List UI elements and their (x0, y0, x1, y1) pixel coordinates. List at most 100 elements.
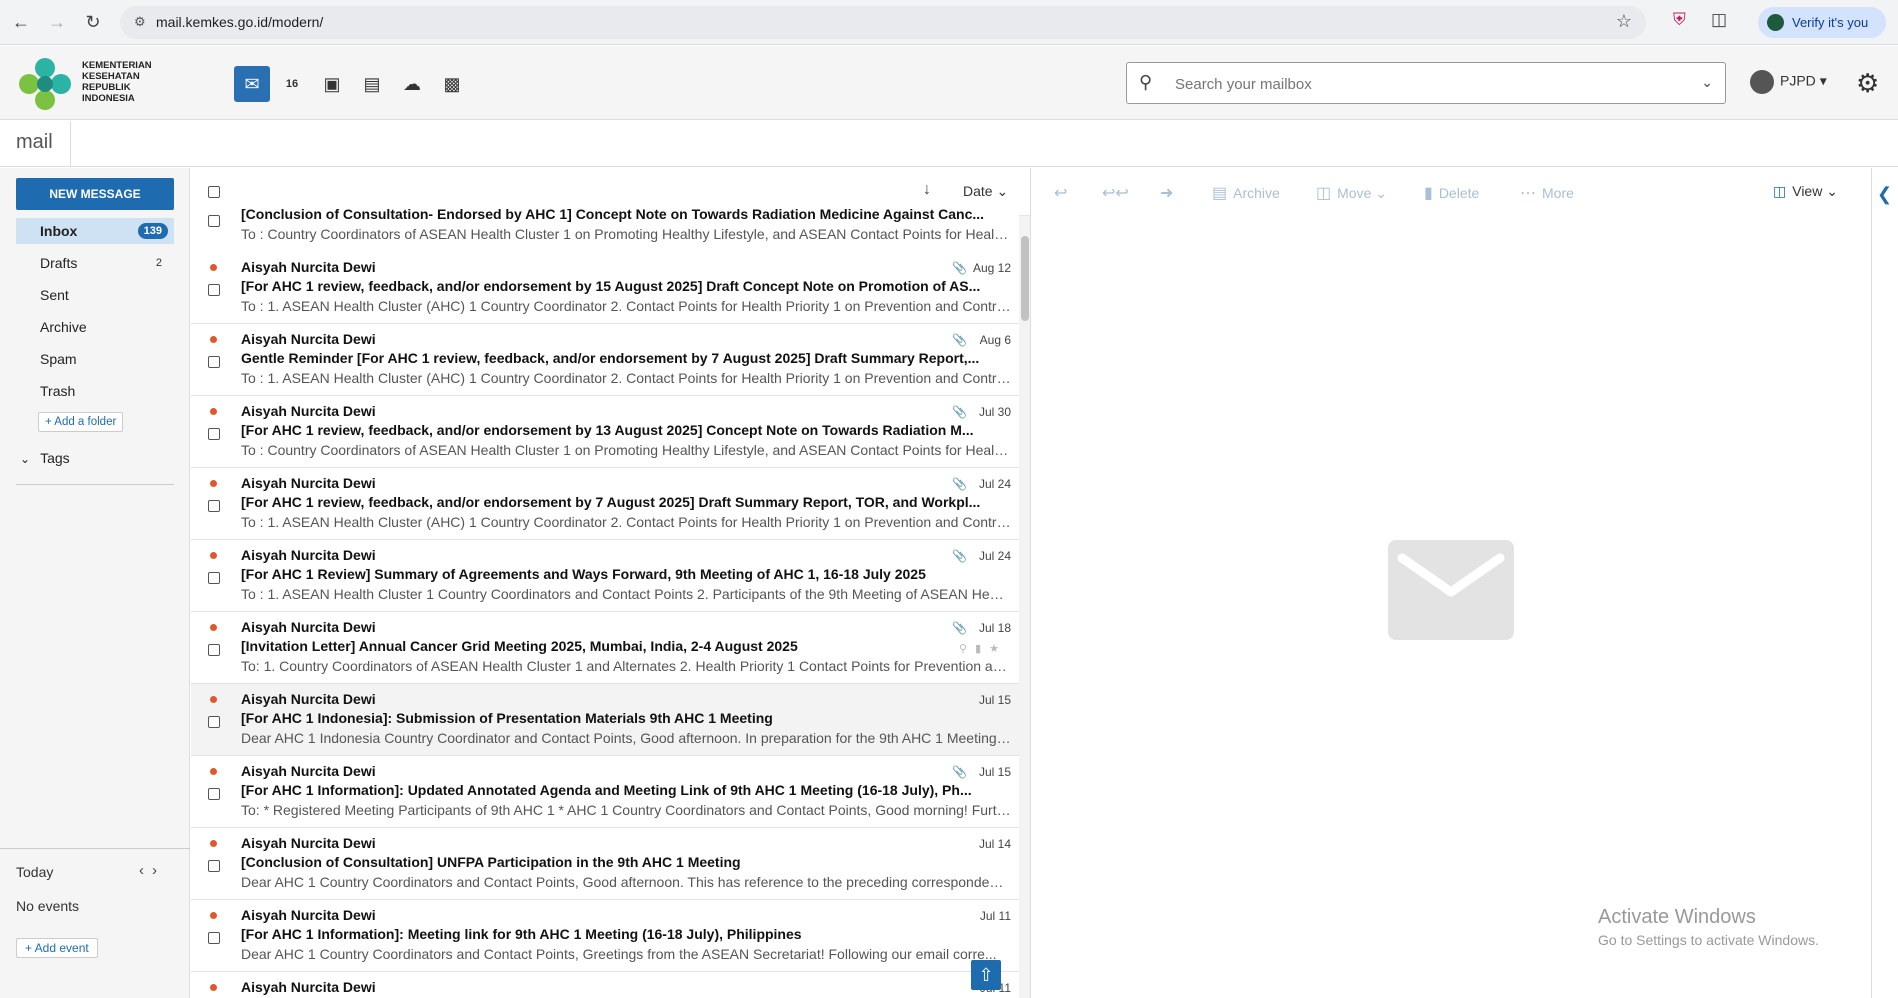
page-title: mail (16, 131, 53, 153)
calendar-today-label: Today (16, 864, 54, 880)
row-checkbox[interactable] (208, 356, 220, 368)
sidebar-item-inbox[interactable]: Inbox 139 (16, 218, 174, 244)
view-button[interactable]: ◫ View ⌄ (1773, 183, 1838, 200)
list-item[interactable]: Aisyah Nurcita Dewi Jul 11 [For AHC 1 In… (191, 900, 1019, 972)
new-message-button[interactable]: NEW MESSAGE (16, 178, 174, 210)
add-folder-button[interactable]: + Add a folder (38, 412, 124, 432)
sort-direction-arrow-icon[interactable]: ↓ (923, 181, 931, 199)
trash-icon: ▮ (1424, 185, 1433, 202)
message-list-scrollbar[interactable] (1019, 216, 1030, 998)
row-checkbox[interactable] (208, 428, 220, 440)
row-checkbox[interactable] (208, 284, 220, 296)
select-all-checkbox[interactable] (208, 186, 220, 198)
empty-mail-envelope-icon (1388, 540, 1514, 640)
list-item[interactable]: Aisyah Nurcita Dewi 📎 Aug 6 Gentle Remin… (191, 324, 1019, 396)
extensions-puzzle-icon[interactable]: ◫ (1711, 10, 1727, 30)
section-titlebar: mail (0, 121, 1898, 167)
mailbox-search[interactable]: ⚲ ⌄ (1126, 62, 1726, 104)
list-item[interactable]: Aisyah Nurcita Dewi 📎 Jul 15 [For AHC 1 … (191, 756, 1019, 828)
email-date: Jul 15 (978, 693, 1011, 707)
folder-label: Trash (40, 383, 76, 399)
email-sender: Aisyah Nurcita Dewi (241, 475, 376, 491)
row-quick-actions[interactable]: ⚲▮★ (959, 642, 1007, 655)
unread-dot-icon (210, 768, 217, 775)
row-checkbox[interactable] (208, 644, 220, 656)
unread-dot-icon (210, 480, 217, 487)
message-list: ↓ Date ⌄ [Conclusion of Consultation- En… (191, 168, 1031, 998)
row-checkbox[interactable] (208, 932, 220, 944)
sort-by-dropdown[interactable]: Date ⌄ (963, 183, 1008, 200)
row-checkbox[interactable] (208, 860, 220, 872)
list-item[interactable]: Aisyah Nurcita Dewi Jul 15 [For AHC 1 In… (191, 684, 1019, 756)
back-icon[interactable]: ← (10, 11, 32, 33)
settings-gear-icon[interactable]: ⚙ (1856, 68, 1879, 99)
email-date: Jul 30 (978, 405, 1011, 419)
unread-dot-icon (210, 696, 217, 703)
reply-icon[interactable]: ↩ (1054, 183, 1073, 203)
email-subject: [For AHC 1 Review] Summary of Agreements… (241, 566, 926, 582)
cloud-icon[interactable]: ☁ (394, 66, 430, 102)
briefcase-icon[interactable]: ▣ (314, 66, 350, 102)
delete-button[interactable]: ▮ Delete (1424, 183, 1479, 203)
chevron-left-icon[interactable]: ‹ (139, 862, 152, 879)
trash-icon[interactable]: ▮ (975, 643, 989, 655)
calendar-prev-next[interactable]: ‹› (139, 862, 165, 879)
contacts-icon[interactable]: ▩ (434, 66, 470, 102)
mail-icon[interactable]: ✉ (234, 66, 270, 102)
url-text[interactable]: mail.kemkes.go.id/modern/ (156, 14, 323, 30)
folder-move-icon: ◫ (1316, 185, 1332, 202)
row-checkbox[interactable] (208, 572, 220, 584)
forward-icon[interactable]: ➜ (1160, 183, 1179, 203)
email-sender: Aisyah Nurcita Dewi (241, 763, 376, 779)
list-item[interactable]: Aisyah Nurcita Dewi 📎 Jul 24 [For AHC 1 … (191, 540, 1019, 612)
sidebar-item-trash[interactable]: Trash (16, 378, 174, 404)
search-icon[interactable]: ⚲ (959, 643, 975, 655)
chevron-right-icon[interactable]: › (152, 862, 165, 879)
list-item[interactable]: Aisyah Nurcita Dewi 📎 Jul 30 [For AHC 1 … (191, 396, 1019, 468)
email-date: Aug 6 (979, 333, 1011, 347)
shield-extension-icon[interactable]: ⛨ (1673, 10, 1686, 30)
star-icon[interactable]: ★ (989, 643, 1007, 655)
list-item[interactable]: Aisyah Nurcita Dewi 📎 Aug 12 [For AHC 1 … (191, 252, 1019, 324)
address-bar[interactable]: ⚙ mail.kemkes.go.id/modern/ ☆ (120, 6, 1646, 39)
list-item[interactable]: Aisyah Nurcita Dewi Jul 11 (191, 972, 1019, 998)
email-date: Jul 24 (978, 549, 1011, 563)
list-item[interactable]: Aisyah Nurcita Dewi 📎 Jul 18 [Invitation… (191, 612, 1019, 684)
move-button[interactable]: ◫ Move ⌄ (1316, 183, 1387, 203)
calendar-icon[interactable]: 16 (274, 66, 310, 102)
list-item[interactable]: Aisyah Nurcita Dewi Jul 14 [Conclusion o… (191, 828, 1019, 900)
verify-identity-button[interactable]: Verify it's you (1758, 7, 1886, 38)
side-panel-toggle-icon[interactable]: ❮ (1877, 184, 1892, 205)
row-checkbox[interactable] (208, 215, 220, 227)
tags-toggle[interactable]: ⌄ Tags (20, 450, 70, 466)
row-checkbox[interactable] (208, 788, 220, 800)
site-settings-icon[interactable]: ⚙ (134, 14, 146, 30)
search-input[interactable] (1175, 73, 1675, 95)
list-item[interactable]: Aisyah Nurcita Dewi 📎 Jul 24 [For AHC 1 … (191, 468, 1019, 540)
add-event-button[interactable]: + Add event (16, 938, 98, 958)
sidebar-item-drafts[interactable]: Drafts 2 (16, 250, 174, 276)
sidebar-item-spam[interactable]: Spam (16, 346, 174, 372)
archive-button[interactable]: ▤ Archive (1212, 183, 1280, 203)
user-menu[interactable]: PJPD ▾ (1750, 70, 1827, 94)
unread-dot-icon (210, 264, 217, 271)
scrollbar-thumb[interactable] (1021, 236, 1029, 321)
row-checkbox[interactable] (208, 716, 220, 728)
drafts-count-badge: 2 (155, 257, 162, 269)
forward-icon[interactable]: → (46, 11, 68, 33)
email-date: Jul 18 (978, 621, 1011, 635)
row-checkbox[interactable] (208, 500, 220, 512)
more-button[interactable]: ⋯ More (1520, 183, 1574, 203)
message-toolbar: ↩ ↩↩ ➜ ▤ Archive ◫ Move ⌄ ▮ Delete ⋯ More ◫ V… (1032, 168, 1870, 218)
reply-all-icon[interactable]: ↩↩ (1102, 183, 1135, 203)
search-options-chevron-icon[interactable]: ⌄ (1701, 74, 1713, 91)
sidebar-item-sent[interactable]: Sent (16, 282, 174, 308)
reload-icon[interactable]: ↻ (82, 11, 104, 33)
chat-icon[interactable]: ▤ (354, 66, 390, 102)
unread-dot-icon (210, 840, 217, 847)
sidebar-item-archive[interactable]: Archive (16, 314, 174, 340)
scroll-to-top-icon[interactable]: ⇧ (971, 960, 1001, 990)
unread-dot-icon (210, 984, 217, 991)
email-sender: Aisyah Nurcita Dewi (241, 403, 376, 419)
bookmark-star-icon[interactable]: ☆ (1616, 11, 1632, 32)
